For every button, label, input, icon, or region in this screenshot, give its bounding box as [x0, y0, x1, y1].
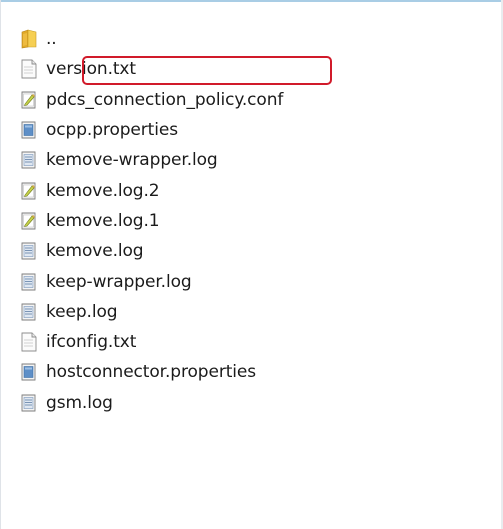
list-item-hostconnector-properties[interactable]: hostconnector.properties	[20, 357, 490, 387]
file-name: keep.log	[46, 301, 118, 322]
list-item-keep-log[interactable]: keep.log	[20, 297, 490, 327]
config-file-icon	[20, 181, 38, 201]
list-item-version-txt[interactable]: version.txt	[20, 54, 490, 84]
folder-up-icon	[20, 29, 38, 49]
list-item-ifconfig-txt[interactable]: ifconfig.txt	[20, 327, 490, 357]
file-name: ocpp.properties	[46, 120, 178, 141]
file-name: hostconnector.properties	[46, 362, 257, 383]
log-file-icon	[20, 241, 38, 261]
log-file-icon	[20, 272, 38, 292]
list-item-keep-wrapper-log[interactable]: keep-wrapper.log	[20, 266, 490, 296]
log-file-icon	[20, 150, 38, 170]
properties-file-icon	[20, 362, 38, 382]
file-list: .. version.txt pdcs_connection_policy.co…	[20, 24, 490, 418]
list-item-pdcs-connection-policy-conf[interactable]: pdcs_connection_policy.conf	[20, 85, 490, 115]
list-item-gsm-log[interactable]: gsm.log	[20, 388, 490, 418]
file-browser-panel: .. version.txt pdcs_connection_policy.co…	[0, 0, 503, 529]
file-name: gsm.log	[46, 392, 113, 413]
log-file-icon	[20, 302, 38, 322]
log-file-icon	[20, 393, 38, 413]
text-file-icon	[20, 332, 38, 352]
text-file-icon	[20, 59, 38, 79]
list-item-kemove-wrapper-log[interactable]: kemove-wrapper.log	[20, 145, 490, 175]
file-name: kemove.log	[46, 241, 144, 262]
panel-top-border	[0, 0, 503, 2]
file-name: kemove.log.2	[46, 180, 160, 201]
file-name: pdcs_connection_policy.conf	[46, 89, 284, 110]
list-item-kemove-log[interactable]: kemove.log	[20, 236, 490, 266]
file-name: kemove.log.1	[46, 210, 160, 231]
list-item-kemove-log-2[interactable]: kemove.log.2	[20, 175, 490, 205]
file-name: keep-wrapper.log	[46, 271, 192, 292]
file-name: kemove-wrapper.log	[46, 150, 218, 171]
file-name: ..	[46, 29, 57, 50]
list-item-kemove-log-1[interactable]: kemove.log.1	[20, 206, 490, 236]
config-file-icon	[20, 90, 38, 110]
file-name: ifconfig.txt	[46, 332, 137, 353]
panel-left-border	[0, 0, 1, 529]
list-item-parent-folder[interactable]: ..	[20, 24, 490, 54]
config-file-icon	[20, 211, 38, 231]
properties-file-icon	[20, 120, 38, 140]
list-item-ocpp-properties[interactable]: ocpp.properties	[20, 115, 490, 145]
file-name: version.txt	[46, 59, 136, 80]
